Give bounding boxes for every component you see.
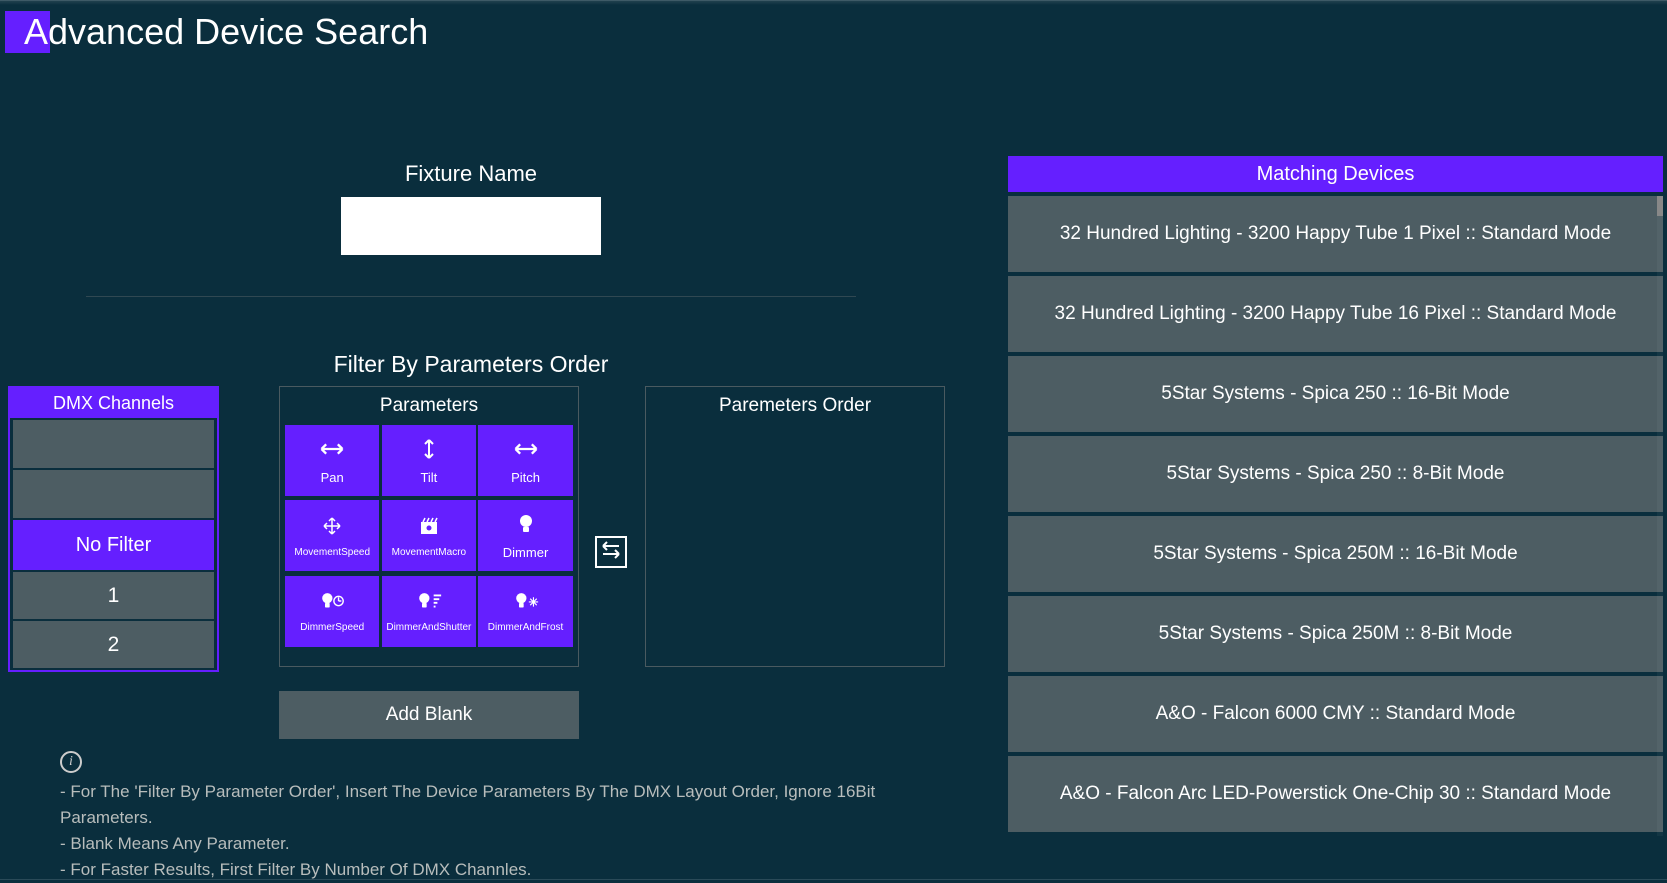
param-label: MovementMacro xyxy=(392,547,466,558)
param-label: MovementSpeed xyxy=(294,547,370,558)
page-title: Advanced Device Search xyxy=(24,11,428,53)
param-label: DimmerSpeed xyxy=(300,622,364,633)
device-row[interactable]: 5Star Systems - Spica 250 :: 16-Bit Mode xyxy=(1008,356,1663,432)
parameters-header: Parameters xyxy=(280,387,578,425)
dimmer-icon xyxy=(512,512,540,541)
info-line: - Blank Means Any Parameter. xyxy=(60,831,900,857)
dimmer-and-shutter-icon xyxy=(415,589,443,618)
dmx-blank-row[interactable] xyxy=(13,420,214,468)
param-label: DimmerAndShutter xyxy=(386,622,471,633)
param-label: DimmerAndFrost xyxy=(488,622,564,633)
info-line: - For Faster Results, First Filter By Nu… xyxy=(60,857,900,883)
parameters-panel: Parameters Pan Tilt Pitch xyxy=(279,386,579,667)
parameters-grid: Pan Tilt Pitch MovementSpeed xyxy=(280,425,578,649)
dmx-channels-header: DMX Channels xyxy=(10,388,217,418)
device-row[interactable]: 32 Hundred Lighting - 3200 Happy Tube 16… xyxy=(1008,276,1663,352)
dmx-blank-row[interactable] xyxy=(13,470,214,518)
fixture-name-label: Fixture Name xyxy=(86,161,856,187)
param-label: Pitch xyxy=(511,470,540,485)
filter-by-parameters-heading: Filter By Parameters Order xyxy=(86,351,856,378)
swap-icon xyxy=(598,538,624,567)
dimmer-speed-icon xyxy=(318,589,346,618)
movement-macro-icon xyxy=(415,514,443,543)
parameters-order-panel[interactable]: Paremeters Order xyxy=(645,386,945,667)
dmx-channels-panel: DMX Channels No Filter 1 2 xyxy=(8,386,219,672)
info-line: - For The 'Filter By Parameter Order', I… xyxy=(60,779,900,831)
device-row[interactable]: 5Star Systems - Spica 250 :: 8-Bit Mode xyxy=(1008,436,1663,512)
param-tile-movement-macro[interactable]: MovementMacro xyxy=(382,500,476,571)
info-icon: i xyxy=(60,751,82,773)
scrollbar-thumb[interactable] xyxy=(1657,196,1663,216)
device-row[interactable]: A&O - Falcon 6000 CMY :: Standard Mode xyxy=(1008,676,1663,752)
pitch-icon xyxy=(512,437,540,466)
param-label: Tilt xyxy=(420,470,437,485)
add-blank-button[interactable]: Add Blank xyxy=(279,691,579,739)
parameters-order-header: Paremeters Order xyxy=(646,387,944,425)
param-tile-dimmer[interactable]: Dimmer xyxy=(478,500,572,571)
param-tile-dimmer-and-shutter[interactable]: DimmerAndShutter xyxy=(382,576,476,647)
tilt-icon xyxy=(415,437,443,466)
fixture-name-section: Fixture Name xyxy=(86,161,856,255)
device-row[interactable]: A&O - Falcon Arc LED-Powerstick One-Chip… xyxy=(1008,756,1663,832)
movement-speed-icon xyxy=(318,514,346,543)
dimmer-and-frost-icon xyxy=(512,589,540,618)
dmx-no-filter-button[interactable]: No Filter xyxy=(13,520,214,570)
param-tile-dimmer-and-frost[interactable]: DimmerAndFrost xyxy=(478,576,572,647)
matching-devices-header: Matching Devices xyxy=(1008,156,1663,192)
param-label: Dimmer xyxy=(503,545,549,560)
device-row[interactable]: 5Star Systems - Spica 250M :: 8-Bit Mode xyxy=(1008,596,1663,672)
param-tile-tilt[interactable]: Tilt xyxy=(382,425,476,496)
dmx-channel-option-1[interactable]: 1 xyxy=(13,572,214,619)
fixture-name-input[interactable] xyxy=(341,197,601,255)
window-top-edge xyxy=(0,0,1667,5)
param-tile-pitch[interactable]: Pitch xyxy=(478,425,572,496)
dmx-channel-option-2[interactable]: 2 xyxy=(13,621,214,668)
param-tile-dimmer-speed[interactable]: DimmerSpeed xyxy=(285,576,379,647)
param-tile-pan[interactable]: Pan xyxy=(285,425,379,496)
param-tile-movement-speed[interactable]: MovementSpeed xyxy=(285,500,379,571)
info-section: i - For The 'Filter By Parameter Order',… xyxy=(60,751,900,883)
device-list-scrollbar[interactable] xyxy=(1657,196,1663,836)
swap-parameters-button[interactable] xyxy=(595,536,627,568)
title-bar: Advanced Device Search xyxy=(0,1,1667,53)
section-divider xyxy=(86,296,856,297)
pan-icon xyxy=(318,437,346,466)
matching-devices-panel: Matching Devices 32 Hundred Lighting - 3… xyxy=(1008,156,1663,836)
device-row[interactable]: 32 Hundred Lighting - 3200 Happy Tube 1 … xyxy=(1008,196,1663,272)
param-label: Pan xyxy=(321,470,344,485)
left-region: Fixture Name Filter By Parameters Order … xyxy=(0,61,920,871)
device-row[interactable]: 5Star Systems - Spica 250M :: 16-Bit Mod… xyxy=(1008,516,1663,592)
